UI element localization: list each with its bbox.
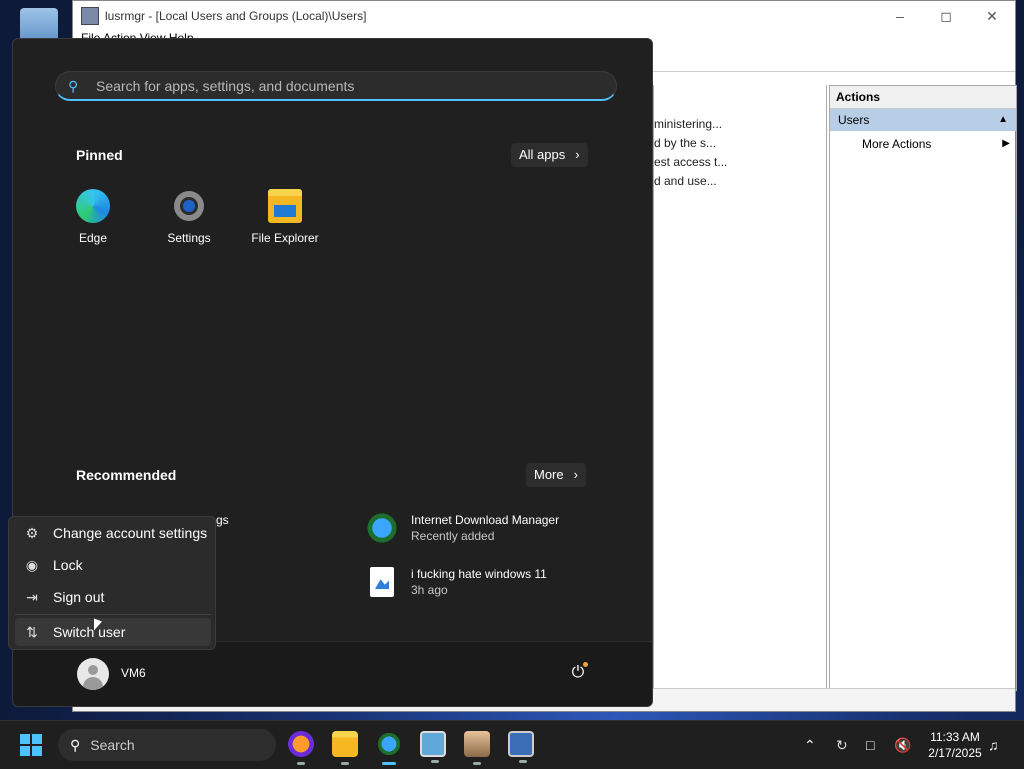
all-apps-button[interactable]: All apps › — [511, 143, 588, 167]
file-explorer-taskbar-icon[interactable] — [332, 731, 358, 765]
recommended-item-subtitle: 3h ago — [411, 583, 448, 597]
recommended-item-fragment: gs — [216, 513, 229, 527]
search-icon: ⚲ — [68, 77, 79, 94]
taskbar-clock[interactable]: 11:33 AM 2/17/2025 — [920, 729, 990, 761]
pinned-app-label: File Explorer — [251, 231, 319, 245]
person-gear-icon: ⚙ — [25, 524, 39, 541]
recommended-item-title: i fucking hate windows 11 — [411, 567, 547, 581]
lusrmgr-taskbar-icon[interactable] — [508, 731, 534, 763]
more-label: More — [534, 467, 564, 482]
sign-out-item[interactable]: ⇥ Sign out — [15, 583, 211, 611]
mouse-cursor — [94, 618, 102, 634]
recommended-item-image[interactable]: i fucking hate windows 11 3h ago — [365, 567, 547, 597]
image-file-icon — [370, 567, 394, 597]
collapse-up-icon[interactable]: ▲ — [998, 109, 1008, 131]
users-list-pane: ministering... d by the s... est access … — [653, 85, 827, 690]
edge-icon — [76, 189, 110, 223]
user-name[interactable]: VM6 — [121, 666, 146, 680]
clock-time: 11:33 AM — [930, 730, 980, 744]
update-badge — [583, 662, 588, 667]
switch-user-icon: ⇅ — [26, 623, 38, 640]
pinned-app-settings[interactable]: Settings — [149, 189, 229, 245]
pinned-app-edge[interactable]: Edge — [53, 189, 133, 245]
change-account-settings-item[interactable]: ⚙ Change account settings — [15, 519, 211, 547]
volume-muted-icon[interactable]: 🔇 — [894, 721, 911, 769]
close-button[interactable]: ✕ — [969, 8, 1015, 25]
folder-icon — [268, 189, 302, 223]
sign-out-icon: ⇥ — [26, 588, 38, 605]
chevron-right-icon: › — [573, 467, 578, 482]
taskbar-search-label: Search — [90, 737, 135, 753]
network-icon[interactable]: □ — [866, 721, 874, 769]
list-item[interactable]: est access t... — [654, 153, 826, 172]
account-flyout: ⚙ Change account settings ◉ Lock ⇥ Sign … — [8, 516, 216, 650]
pinned-app-file-explorer[interactable]: File Explorer — [245, 189, 325, 245]
firefox-icon[interactable] — [288, 731, 314, 765]
search-icon: ⚲ — [70, 736, 81, 753]
notification-bell-icon[interactable]: ♫ — [988, 721, 999, 769]
actions-users-section[interactable]: Users ▲ — [830, 109, 1016, 131]
users-mmc-taskbar-icon[interactable] — [464, 731, 490, 765]
recommended-title: Recommended — [76, 467, 177, 483]
flyout-item-label: Change account settings — [53, 525, 208, 541]
idm-taskbar-icon[interactable] — [376, 731, 402, 765]
idm-icon — [365, 511, 399, 545]
chevron-right-icon: › — [575, 147, 580, 162]
list-item[interactable]: d by the s... — [654, 134, 826, 153]
more-actions-label: More Actions — [862, 137, 932, 151]
recommended-item-idm[interactable]: Internet Download Manager Recently added — [365, 511, 559, 545]
show-hidden-icons-chevron[interactable]: ⌃ — [804, 721, 816, 769]
start-search-box[interactable]: ⚲ — [55, 71, 617, 101]
flyout-item-label: Sign out — [53, 589, 105, 605]
start-search-input[interactable] — [94, 76, 578, 95]
lock-icon: ◉ — [25, 556, 39, 573]
all-apps-label: All apps — [519, 147, 566, 162]
flyout-item-label: Lock — [53, 557, 83, 573]
more-actions-item[interactable]: More Actions ▶ — [830, 131, 1016, 157]
start-footer: VM6 ⏻ — [13, 641, 652, 706]
submenu-arrow-icon: ▶ — [1002, 138, 1010, 149]
mmc-app-icon — [81, 7, 99, 25]
flyout-item-label: Switch user — [53, 624, 126, 640]
maximize-button[interactable]: ◻ — [923, 8, 969, 25]
window-title: lusrmgr - [Local Users and Groups (Local… — [105, 9, 367, 23]
more-button[interactable]: More › — [526, 463, 586, 487]
list-item[interactable]: ministering... — [654, 115, 826, 134]
windows-start-icon[interactable] — [20, 734, 42, 756]
sync-icon[interactable]: ↻ — [836, 721, 848, 769]
switch-user-item[interactable]: ⇅ Switch user — [15, 618, 211, 646]
lock-item[interactable]: ◉ Lock — [15, 551, 211, 579]
recommended-item-subtitle: Recently added — [411, 529, 495, 543]
list-item[interactable]: d and use... — [654, 172, 826, 191]
pinned-app-label: Settings — [167, 231, 211, 245]
recommended-item-title: Internet Download Manager — [411, 513, 560, 527]
minimize-button[interactable]: – — [877, 8, 923, 25]
pinned-title: Pinned — [76, 147, 123, 163]
actions-pane: Actions Users ▲ More Actions ▶ — [829, 85, 1017, 691]
pinned-app-label: Edge — [78, 231, 108, 245]
avatar[interactable] — [77, 658, 109, 690]
flyout-divider — [15, 614, 211, 615]
gear-icon — [172, 189, 206, 223]
taskbar: ⚲ Search ⌃ ↻ □ 🔇 11:33 AM 2/17/2025 ♫ — [0, 720, 1024, 769]
actions-header: Actions — [830, 86, 1016, 109]
control-panel-taskbar-icon[interactable] — [420, 731, 446, 763]
clock-date: 2/17/2025 — [928, 746, 982, 760]
actions-section-label: Users — [838, 113, 870, 127]
taskbar-search[interactable]: ⚲ Search — [58, 729, 276, 761]
window-titlebar[interactable]: lusrmgr - [Local Users and Groups (Local… — [73, 1, 1015, 31]
